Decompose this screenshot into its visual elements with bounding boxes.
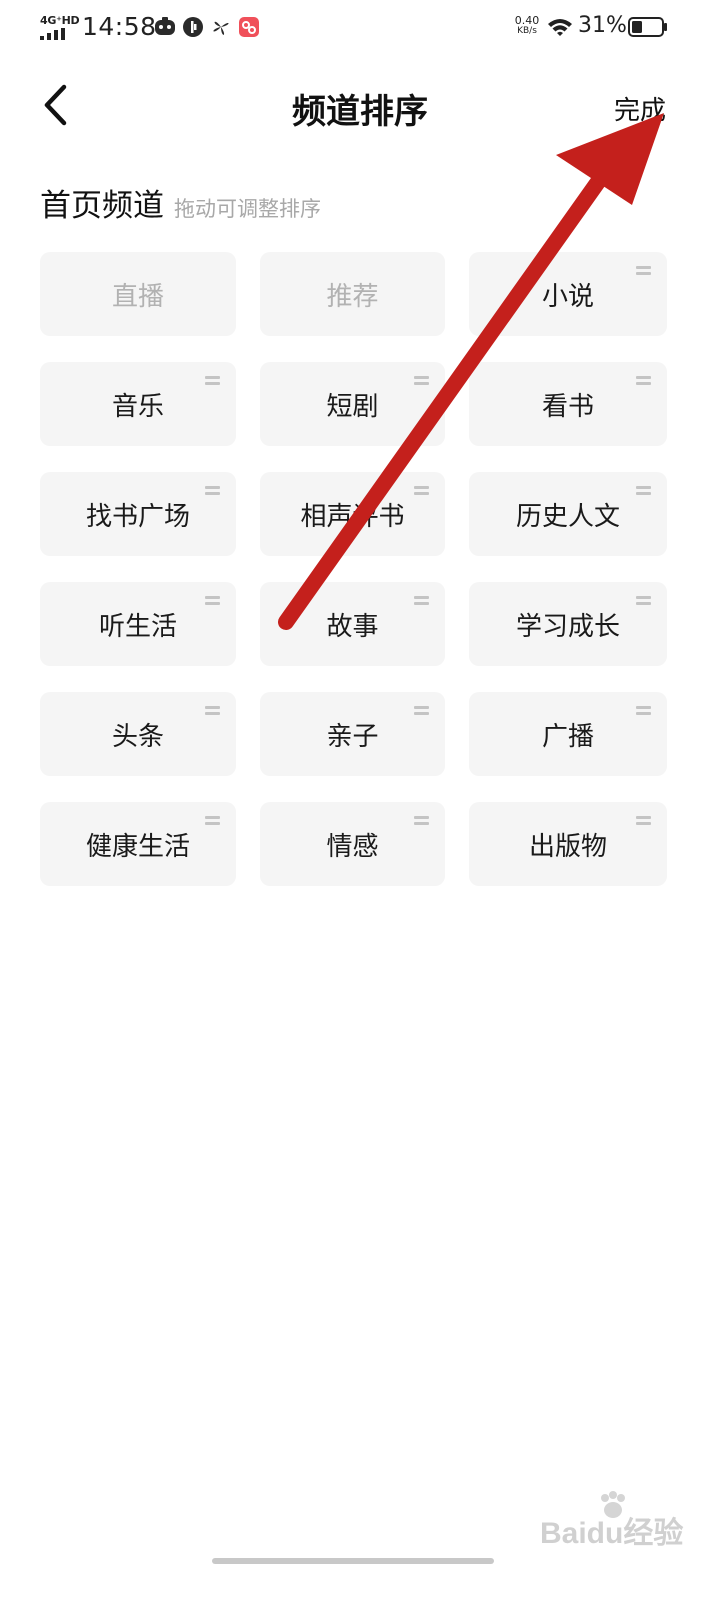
channel-tile: 直播 <box>40 252 236 336</box>
home-indicator[interactable] <box>212 1558 494 1564</box>
timer-app-icon <box>183 17 203 37</box>
section-hint: 拖动可调整排序 <box>174 197 321 221</box>
watermark-text: Baidu经验 <box>540 1517 684 1550</box>
channel-tile[interactable]: 健康生活 <box>40 802 236 886</box>
channel-label: 小说 <box>541 281 594 312</box>
watermark: Baidu经验 <box>540 1490 700 1550</box>
network-type: 4G⁺HD <box>40 14 80 27</box>
channel-tile[interactable]: 学习成长 <box>469 582 667 666</box>
channel-label: 故事 <box>326 611 379 642</box>
page-title: 频道排序 <box>292 92 428 132</box>
channel-tile[interactable]: 亲子 <box>260 692 445 776</box>
battery-percent: 31% <box>578 13 627 38</box>
annotation-arrow <box>278 113 664 630</box>
channel-label: 找书广场 <box>85 501 190 532</box>
battery-icon <box>628 17 667 37</box>
channel-label: 学习成长 <box>515 611 620 642</box>
channel-label: 相声评书 <box>300 501 405 532</box>
channel-tile[interactable]: 小说 <box>469 252 667 336</box>
drag-handle-icon[interactable] <box>636 376 651 386</box>
screen: 4G⁺HD 14:58 0.40 KB/s 31% 频道排序 完成 首页频道 拖… <box>0 0 720 1600</box>
channel-label: 听生活 <box>98 611 177 642</box>
channel-label: 推荐 <box>326 281 379 312</box>
network-speed: 0.40 KB/s <box>510 15 544 37</box>
channel-label: 短剧 <box>326 391 379 422</box>
signal-bars-icon <box>40 28 65 40</box>
drag-handle-icon[interactable] <box>414 486 429 496</box>
channel-tile[interactable]: 短剧 <box>260 362 445 446</box>
drag-handle-icon[interactable] <box>636 486 651 496</box>
network-speed-value: 0.40 <box>514 14 540 27</box>
channel-tile[interactable]: 广播 <box>469 692 667 776</box>
channel-label: 音乐 <box>111 391 164 422</box>
channel-tile[interactable]: 情感 <box>260 802 445 886</box>
channel-label: 健康生活 <box>85 831 190 862</box>
clock: 14:58 <box>82 12 157 41</box>
network-speed-unit: KB/s <box>517 26 537 36</box>
drag-handle-icon[interactable] <box>205 816 220 826</box>
red-app-icon <box>239 17 259 37</box>
channel-label: 直播 <box>111 281 164 312</box>
back-button[interactable] <box>36 82 80 128</box>
channel-tile[interactable]: 历史人文 <box>469 472 667 556</box>
channel-tile[interactable]: 相声评书 <box>260 472 445 556</box>
top-nav-bar: 频道排序 完成 <box>0 70 720 140</box>
drag-handle-icon[interactable] <box>205 376 220 386</box>
drag-handle-icon[interactable] <box>636 596 651 606</box>
channel-tile[interactable]: 看书 <box>469 362 667 446</box>
done-button[interactable]: 完成 <box>614 90 666 127</box>
channel-tile[interactable]: 听生活 <box>40 582 236 666</box>
channel-label: 历史人文 <box>515 501 620 532</box>
channel-label: 看书 <box>541 391 594 422</box>
drag-handle-icon[interactable] <box>205 596 220 606</box>
drag-handle-icon[interactable] <box>636 816 651 826</box>
drag-handle-icon[interactable] <box>636 266 651 276</box>
drag-handle-icon[interactable] <box>636 706 651 716</box>
channel-tile[interactable]: 出版物 <box>469 802 667 886</box>
channel-label: 情感 <box>326 831 379 862</box>
channel-tile[interactable]: 故事 <box>260 582 445 666</box>
game-controller-icon <box>155 17 175 35</box>
section-header: 首页频道 拖动可调整排序 <box>40 180 321 224</box>
drag-handle-icon[interactable] <box>414 816 429 826</box>
drag-handle-icon[interactable] <box>414 706 429 716</box>
channel-tile: 推荐 <box>260 252 445 336</box>
notification-icons <box>154 16 260 40</box>
cellular-signal: 4G⁺HD <box>40 14 80 40</box>
drag-handle-icon[interactable] <box>414 376 429 386</box>
channel-label: 头条 <box>111 721 164 752</box>
channel-tile[interactable]: 头条 <box>40 692 236 776</box>
channel-label: 出版物 <box>528 831 607 862</box>
drag-handle-icon[interactable] <box>414 596 429 606</box>
pinwheel-app-icon <box>213 21 229 35</box>
drag-handle-icon[interactable] <box>205 706 220 716</box>
channel-label: 亲子 <box>326 721 379 752</box>
channel-tile[interactable]: 找书广场 <box>40 472 236 556</box>
chevron-left-icon <box>44 84 67 126</box>
status-bar: 4G⁺HD 14:58 0.40 KB/s 31% <box>0 0 720 56</box>
channel-tile[interactable]: 音乐 <box>40 362 236 446</box>
wifi-icon <box>548 19 572 36</box>
channel-label: 广播 <box>541 721 594 752</box>
section-title: 首页频道 <box>40 188 164 224</box>
drag-handle-icon[interactable] <box>205 486 220 496</box>
